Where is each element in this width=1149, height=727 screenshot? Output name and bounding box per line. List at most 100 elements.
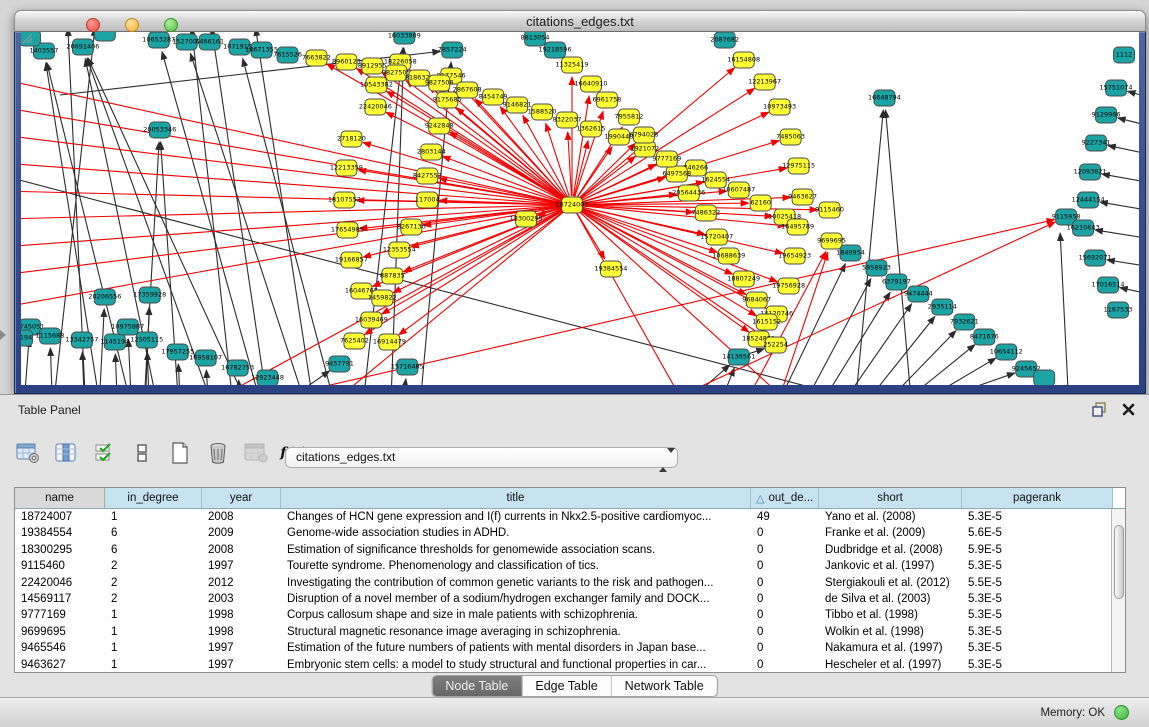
column-header-short[interactable]: short: [819, 488, 962, 508]
table-cell: 18724007: [15, 509, 105, 525]
table-cell: 5.3E-5: [962, 640, 1113, 656]
table-cell: de Silva et al. (2003): [819, 591, 962, 607]
table-header-row: namein_degreeyeartitle△out_de...shortpag…: [15, 488, 1125, 509]
panel-collapse-arrow-icon[interactable]: [0, 330, 6, 340]
close-window-icon[interactable]: [86, 18, 100, 32]
table-cell: Yano et al. (2008): [819, 509, 962, 525]
column-header-in_degree[interactable]: in_degree: [105, 488, 202, 508]
memory-status-label: Memory: OK: [1040, 707, 1105, 719]
table-cell: Jankovic et al. (1997): [819, 558, 962, 574]
table-cell: Investigating the contribution of common…: [281, 575, 751, 591]
close-panel-icon[interactable]: [1122, 403, 1135, 416]
select-checks-icon[interactable]: [90, 439, 118, 467]
table-row[interactable]: 946554611997Estimation of the future num…: [15, 640, 1125, 656]
network-canvas[interactable]: 1872400789601238912955182260589827505818…: [21, 32, 1139, 385]
table-cell: 5.3E-5: [962, 558, 1113, 574]
table-cell: 1997: [202, 640, 281, 656]
table-cell: Estimation of significance thresholds fo…: [281, 542, 751, 558]
new-table-icon[interactable]: [166, 439, 194, 467]
table-row[interactable]: 911546021997Tourette syndrome. Phenomeno…: [15, 558, 1125, 574]
table-cell: 2008: [202, 509, 281, 525]
table-selector-combobox[interactable]: citations_edges.txt: [285, 447, 678, 468]
table-body: 1872400712008Changes of HCN gene express…: [15, 509, 1125, 673]
table-cell: 0: [751, 575, 819, 591]
table-cell: Stergiakouli et al. (2012): [819, 575, 962, 591]
table-cell: 0: [751, 624, 819, 640]
table-cell: 14569117: [15, 591, 105, 607]
table-cell: 2012: [202, 575, 281, 591]
table-cell: 1997: [202, 558, 281, 574]
table-toolbar: f(x): [14, 437, 308, 469]
table-cell: Structural magnetic resonance image aver…: [281, 624, 751, 640]
table-cell: 49: [751, 509, 819, 525]
table-row[interactable]: 1830029562008Estimation of significance …: [15, 542, 1125, 558]
table-cell: 1: [105, 607, 202, 623]
table-cell: Genome-wide association studies in ADHD.: [281, 525, 751, 541]
table-cell: 5.5E-5: [962, 575, 1113, 591]
table-cell: 5.3E-5: [962, 509, 1113, 525]
table-cell: 0: [751, 525, 819, 541]
table-cell: 6: [105, 542, 202, 558]
column-header-name[interactable]: name: [15, 488, 105, 508]
float-panel-icon[interactable]: [1091, 401, 1108, 418]
table-cell: 9115460: [15, 558, 105, 574]
tab-network-table[interactable]: Network Table: [612, 676, 717, 696]
vertical-scrollbar[interactable]: [1111, 509, 1125, 672]
status-bar: Memory: OK: [0, 697, 1149, 727]
row-height-icon[interactable]: [128, 439, 156, 467]
table-cell: Estimation of the future numbers of pati…: [281, 640, 751, 656]
scrollbar-thumb[interactable]: [1114, 525, 1124, 599]
table-cell: 19384554: [15, 525, 105, 541]
table-cell: Nakamura et al. (1997): [819, 640, 962, 656]
table-cell: 2: [105, 575, 202, 591]
table-cell: Embryonic stem cells: a model to study s…: [281, 657, 751, 673]
table-settings-icon[interactable]: [14, 439, 42, 467]
table-cell: 9463627: [15, 657, 105, 673]
tab-edge-table[interactable]: Edge Table: [522, 676, 611, 696]
table-cell: Tibbo et al. (1998): [819, 607, 962, 623]
table-cell: Disruption of a novel member of a sodium…: [281, 591, 751, 607]
table-cell: 9699695: [15, 624, 105, 640]
table-row[interactable]: 977716911998Corpus callosum shape and si…: [15, 607, 1125, 623]
table-cell: 1: [105, 640, 202, 656]
table-row[interactable]: 1872400712008Changes of HCN gene express…: [15, 509, 1125, 525]
table-cell: 2009: [202, 525, 281, 541]
zoom-window-icon[interactable]: [164, 18, 178, 32]
combo-arrows-icon: [659, 451, 667, 470]
table-cell: 2008: [202, 542, 281, 558]
table-row[interactable]: 969969511998Structural magnetic resonanc…: [15, 624, 1125, 640]
table-cell: 18300295: [15, 542, 105, 558]
tab-node-table[interactable]: Node Table: [432, 676, 522, 696]
table-cell: 5.3E-5: [962, 607, 1113, 623]
column-header-pagerank[interactable]: pagerank: [962, 488, 1113, 508]
column-header-year[interactable]: year: [202, 488, 281, 508]
column-header-title[interactable]: title: [281, 488, 751, 508]
table-selector-value: citations_edges.txt: [296, 450, 395, 464]
table-cell: Hescheler et al. (1997): [819, 657, 962, 673]
import-table-disabled-icon: [242, 439, 270, 467]
minimize-window-icon[interactable]: [125, 18, 139, 32]
table-cell: Changes of HCN gene expression and I(f) …: [281, 509, 751, 525]
window-titlebar[interactable]: citations_edges.txt: [14, 10, 1146, 32]
table-cell: 1: [105, 624, 202, 640]
memory-status-icon[interactable]: [1114, 705, 1129, 720]
table-cell: 0: [751, 607, 819, 623]
window-title: citations_edges.txt: [15, 11, 1145, 32]
column-header-out_de[interactable]: △out_de...: [751, 488, 819, 508]
table-row[interactable]: 1456911722003Disruption of a novel membe…: [15, 591, 1125, 607]
table-cell: 5.3E-5: [962, 657, 1113, 673]
table-cell: Corpus callosum shape and size in male p…: [281, 607, 751, 623]
resize-grip-icon[interactable]: [21, 32, 1139, 385]
delete-table-icon[interactable]: [204, 439, 232, 467]
table-cell: 5.9E-5: [962, 542, 1113, 558]
table-cell: 1: [105, 509, 202, 525]
table-cell: 0: [751, 542, 819, 558]
table-panel-title: Table Panel: [18, 403, 81, 417]
table-cell: 9465546: [15, 640, 105, 656]
table-cell: 1998: [202, 624, 281, 640]
table-row[interactable]: 946362711997Embryonic stem cells: a mode…: [15, 657, 1125, 673]
table-cell: Tourette syndrome. Phenomenology and cla…: [281, 558, 751, 574]
table-row[interactable]: 1938455462009Genome-wide association stu…: [15, 525, 1125, 541]
show-columns-icon[interactable]: [52, 439, 80, 467]
table-row[interactable]: 2242004622012Investigating the contribut…: [15, 575, 1125, 591]
